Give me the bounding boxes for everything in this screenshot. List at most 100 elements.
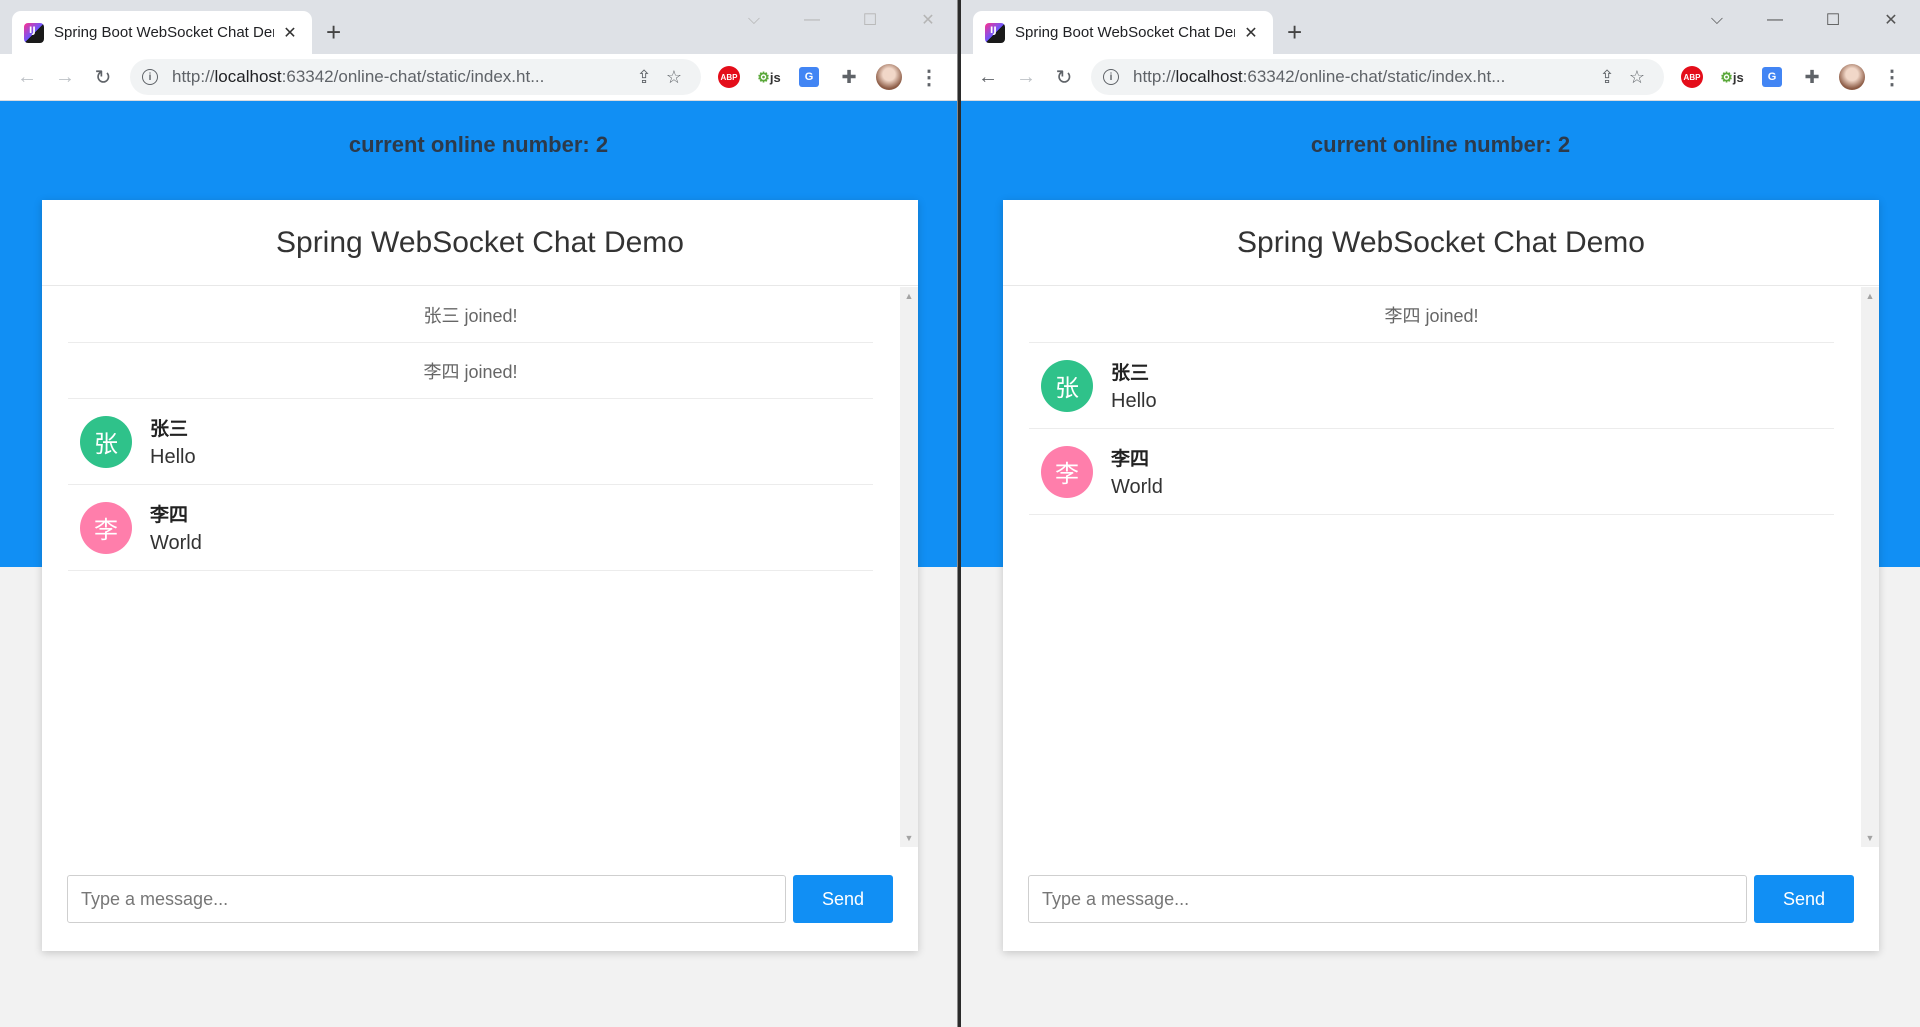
send-button[interactable]: Send [793,875,893,923]
adblock-icon: ABP [1681,66,1703,88]
tab-search-chevron-icon[interactable]: ⌵ [725,0,783,40]
desktop: Spring Boot WebSocket Chat Demo ✕ + ⌵ — … [0,0,1920,1027]
window-controls: ⌵ — ☐ ✕ [725,0,957,40]
intellij-favicon-icon [985,22,1005,43]
browser-window-right: Spring Boot WebSocket Chat Demo ✕ + ⌵ — … [961,0,1920,1027]
chat-card: Spring WebSocket Chat Demo 张三 joined! 李四… [42,200,918,951]
message-body: 张三 Hello [1111,358,1157,413]
site-info-icon[interactable]: i [1103,69,1119,85]
chat-message: 李 李四 World [1029,429,1834,515]
message-scrollbar[interactable]: ▲ ▼ [900,287,918,847]
intellij-favicon-icon [24,22,44,43]
share-icon[interactable]: ⇪ [629,67,659,88]
chat-message: 张 张三 Hello [68,399,873,485]
sender-name: 李四 [150,505,189,526]
translate-extension[interactable]: G [1752,59,1792,95]
close-window-icon[interactable]: ✕ [899,0,957,40]
maximize-icon[interactable]: ☐ [1804,0,1862,40]
minimize-icon[interactable]: — [783,0,841,40]
forward-icon[interactable]: → [46,58,84,96]
profile-button[interactable] [869,59,909,95]
chat-message: 李 李四 World [68,485,873,571]
close-window-icon[interactable]: ✕ [1862,0,1920,40]
tab-search-chevron-icon[interactable]: ⌵ [1688,0,1746,40]
sender-name: 张三 [1111,363,1150,384]
online-count-label: current online number: 2 [348,132,609,157]
scroll-down-icon[interactable]: ▼ [1861,833,1879,843]
message-text: World [1111,476,1163,498]
message-list[interactable]: 张三 joined! 李四 joined! 张 张三 Hello 李 李四 Wo… [42,287,918,847]
system-message: 张三 joined! [68,287,873,343]
url-text: http://localhost:63342/online-chat/stati… [1133,67,1506,86]
bookmark-star-icon[interactable]: ☆ [659,67,689,88]
sender-name: 李四 [1111,449,1150,470]
message-body: 李四 World [150,500,202,555]
chat-title: Spring WebSocket Chat Demo [42,200,918,286]
tab-title: Spring Boot WebSocket Chat Demo [1015,24,1235,41]
browser-window-left: Spring Boot WebSocket Chat Demo ✕ + ⌵ — … [0,0,958,1027]
extensions-puzzle-icon[interactable]: ✚ [829,59,869,95]
menu-kebab-icon[interactable]: ⋮ [1872,59,1912,95]
message-input[interactable] [1028,875,1747,923]
back-icon[interactable]: ← [8,58,46,96]
extensions-puzzle-icon[interactable]: ✚ [1792,59,1832,95]
tab-close-icon[interactable]: ✕ [280,23,300,43]
site-info-icon[interactable]: i [142,69,158,85]
translate-icon: G [799,67,819,87]
reload-icon[interactable]: ↻ [84,58,122,96]
avatar: 张 [1041,359,1093,412]
tab-strip: Spring Boot WebSocket Chat Demo ✕ + ⌵ — … [0,0,957,54]
adblock-icon: ABP [718,66,740,88]
sender-name: 张三 [150,419,189,440]
profile-avatar [1839,64,1865,90]
message-body: 张三 Hello [150,414,196,469]
back-icon[interactable]: ← [969,58,1007,96]
maximize-icon[interactable]: ☐ [841,0,899,40]
message-list[interactable]: 李四 joined! 张 张三 Hello 李 李四 World [1003,287,1879,847]
system-message: 李四 joined! [68,343,873,399]
address-bar[interactable]: i http://localhost:63342/online-chat/sta… [1091,59,1664,95]
message-scrollbar[interactable]: ▲ ▼ [1861,287,1879,847]
reload-icon[interactable]: ↻ [1045,58,1083,96]
send-button[interactable]: Send [1754,875,1854,923]
translate-extension[interactable]: G [789,59,829,95]
message-composer: Send [67,875,893,923]
browser-toolbar: ← → ↻ i http://localhost:63342/online-ch… [0,54,957,101]
js-icon: js [1720,69,1744,86]
adblock-extension[interactable]: ABP [1672,59,1712,95]
new-tab-icon[interactable]: + [326,17,341,48]
tab-title: Spring Boot WebSocket Chat Demo [54,24,274,41]
chat-card: Spring WebSocket Chat Demo 李四 joined! 张 … [1003,200,1879,951]
scroll-up-icon[interactable]: ▲ [1861,291,1879,301]
online-count-label: current online number: 2 [1310,132,1571,157]
minimize-icon[interactable]: — [1746,0,1804,40]
share-icon[interactable]: ⇪ [1592,67,1622,88]
js-extension[interactable]: js [749,59,789,95]
browser-tab[interactable]: Spring Boot WebSocket Chat Demo ✕ [973,11,1273,54]
browser-tab[interactable]: Spring Boot WebSocket Chat Demo ✕ [12,11,312,54]
window-controls: ⌵ — ☐ ✕ [1688,0,1920,40]
menu-kebab-icon[interactable]: ⋮ [909,59,949,95]
url-text: http://localhost:63342/online-chat/stati… [172,67,545,86]
tab-strip: Spring Boot WebSocket Chat Demo ✕ + ⌵ — … [961,0,1920,54]
adblock-extension[interactable]: ABP [709,59,749,95]
tab-close-icon[interactable]: ✕ [1241,23,1261,43]
js-icon: js [757,69,781,86]
avatar: 李 [1041,445,1093,498]
message-text: Hello [150,446,196,468]
message-input[interactable] [67,875,786,923]
chat-message: 张 张三 Hello [1029,343,1834,429]
avatar: 张 [80,415,132,468]
message-composer: Send [1028,875,1854,923]
scroll-up-icon[interactable]: ▲ [900,291,918,301]
message-body: 李四 World [1111,444,1163,499]
js-extension[interactable]: js [1712,59,1752,95]
new-tab-icon[interactable]: + [1287,17,1302,48]
bookmark-star-icon[interactable]: ☆ [1622,67,1652,88]
address-bar[interactable]: i http://localhost:63342/online-chat/sta… [130,59,701,95]
scroll-down-icon[interactable]: ▼ [900,833,918,843]
forward-icon[interactable]: → [1007,58,1045,96]
system-message: 李四 joined! [1029,287,1834,343]
profile-button[interactable] [1832,59,1872,95]
translate-icon: G [1762,67,1782,87]
